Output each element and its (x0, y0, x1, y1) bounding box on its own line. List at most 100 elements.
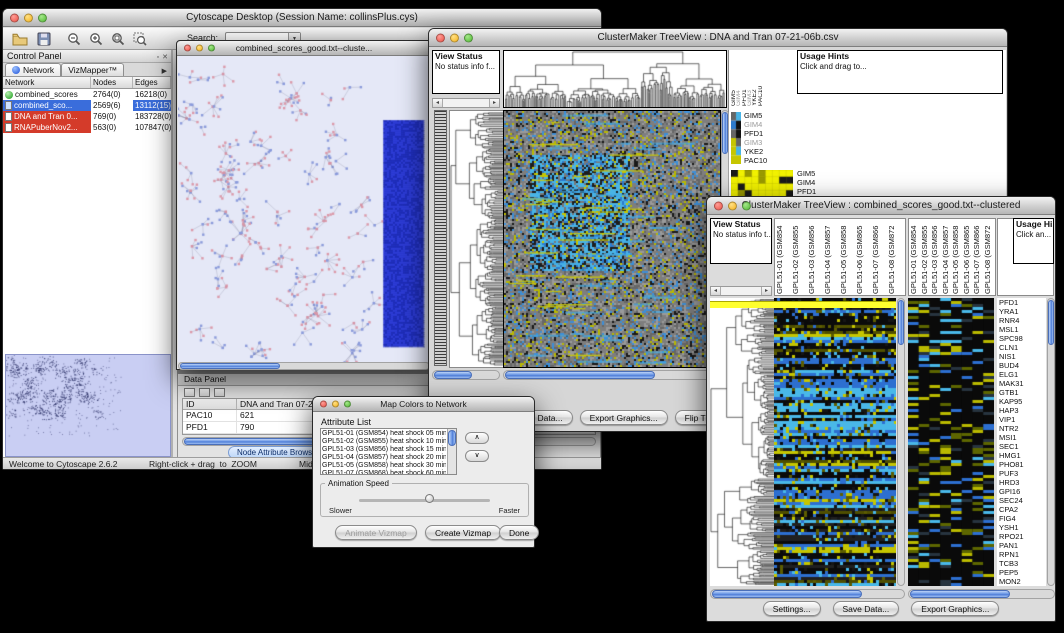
close-button[interactable] (320, 401, 327, 408)
table-row[interactable]: combined_scores 2764(0) 16218(0) (3, 89, 171, 100)
treeview-dna-titlebar[interactable]: ClusterMaker TreeView : DNA and Tran 07-… (429, 29, 1007, 47)
list-vscrollbar[interactable] (447, 429, 456, 474)
heatmap-hscrollbar[interactable] (710, 589, 905, 599)
heatmap-canvas[interactable] (774, 298, 896, 586)
dendrogram-hscrollbar[interactable] (432, 370, 500, 380)
heatmap-canvas[interactable] (503, 110, 721, 368)
gene-label[interactable]: FIG4 (999, 514, 1046, 523)
minimize-button[interactable] (196, 45, 203, 52)
gene-label[interactable]: NIS1 (999, 352, 1046, 361)
tab-network[interactable]: Network (5, 63, 61, 76)
scroll-right-icon[interactable]: ▸ (489, 99, 499, 107)
move-up-button[interactable]: ∧ (465, 432, 489, 444)
animate-vizmap-button[interactable]: Animate Vizmap (335, 525, 417, 540)
tab-vizmapper[interactable]: VizMapper™ (61, 63, 124, 76)
mini-hscrollbar[interactable]: ◂ ▸ (432, 98, 500, 108)
column-header-network[interactable]: Network (3, 77, 91, 88)
scroll-left-icon[interactable]: ◂ (711, 287, 721, 295)
gene-label[interactable]: HMG1 (999, 451, 1046, 460)
scrollbar-thumb[interactable] (898, 300, 904, 345)
row-label[interactable]: GIM5 (744, 111, 788, 120)
table-row[interactable]: combined_sco... 2569(6) 13112(15) (3, 100, 171, 111)
attribute-item[interactable]: GPL51-03 (GSM856) heat shock 15 min (322, 446, 446, 454)
scrollbar-thumb[interactable] (1048, 300, 1054, 345)
speed-slider-thumb[interactable] (425, 494, 434, 503)
row-label[interactable]: YKE2 (744, 147, 788, 156)
minimize-button[interactable] (450, 33, 459, 42)
table-row[interactable]: RNAPuberNov2... 563(0) 107847(0) (3, 122, 171, 133)
scrollbar-thumb[interactable] (712, 590, 862, 598)
gene-label[interactable]: SPC98 (999, 334, 1046, 343)
gene-label[interactable]: PUF3 (999, 469, 1046, 478)
gene-label[interactable]: PEP5 (999, 568, 1046, 577)
zoom-button[interactable] (742, 201, 751, 210)
gene-label[interactable]: HAP3 (999, 406, 1046, 415)
open-file-icon[interactable] (11, 31, 29, 47)
gene-label[interactable]: PAN1 (999, 541, 1046, 550)
gene-label[interactable]: YRA1 (999, 307, 1046, 316)
row-label[interactable]: GIM3 (744, 138, 788, 147)
gene-list-vscrollbar[interactable] (1047, 298, 1055, 586)
heatmap-hscrollbar[interactable] (503, 370, 721, 380)
delete-attribute-icon[interactable] (214, 388, 225, 397)
network-overview-canvas[interactable] (6, 355, 170, 456)
table-row[interactable]: DNA and Tran 0... 769(0) 183728(0) (3, 111, 171, 122)
gene-label[interactable]: MAK31 (999, 379, 1046, 388)
treeview-button[interactable]: Export Graphics... (580, 410, 668, 425)
gene-label[interactable]: CLN1 (999, 343, 1046, 352)
create-vizmap-button[interactable]: Create Vizmap (425, 525, 501, 540)
network-hscrollbar[interactable] (178, 362, 430, 370)
gene-label[interactable]: MON2 (999, 577, 1046, 586)
treeview-button[interactable]: Export Graphics... (911, 601, 999, 616)
scrollbar-thumb[interactable] (910, 590, 1010, 598)
gene-label[interactable]: ELG1 (999, 370, 1046, 379)
mini-hscrollbar[interactable]: ◂ ▸ (710, 286, 772, 296)
zoom-out-icon[interactable] (65, 31, 83, 47)
zoom-button[interactable] (38, 13, 47, 22)
scrollbar-thumb[interactable] (180, 363, 280, 369)
gene-label[interactable]: HRD3 (999, 478, 1046, 487)
gene-label[interactable]: GTB1 (999, 388, 1046, 397)
zoom-button[interactable] (208, 45, 215, 52)
dialog-titlebar[interactable]: Map Colors to Network (313, 397, 534, 412)
row-dendrogram-canvas[interactable] (710, 298, 774, 586)
minimize-button[interactable] (332, 401, 339, 408)
scrollbar-thumb[interactable] (448, 430, 456, 446)
scroll-left-icon[interactable]: ◂ (433, 99, 443, 107)
treeview-button[interactable]: Save Data... (833, 601, 900, 616)
zoom-button[interactable] (344, 401, 351, 408)
gene-label[interactable]: VIP1 (999, 415, 1046, 424)
network-canvas[interactable] (178, 56, 430, 362)
gene-label[interactable]: NTR2 (999, 424, 1046, 433)
zoom-in-icon[interactable] (87, 31, 105, 47)
row-label[interactable]: PAC10 (744, 156, 788, 165)
gene-label[interactable]: BUD4 (999, 361, 1046, 370)
gene-label[interactable]: PHO81 (999, 460, 1046, 469)
attribute-item[interactable]: GPL51-07 (GSM868) heat shock 60 min (322, 470, 446, 474)
close-button[interactable] (436, 33, 445, 42)
zoom-button[interactable] (464, 33, 473, 42)
zoom-fit-icon[interactable] (109, 31, 127, 47)
gene-label[interactable]: GPI16 (999, 487, 1046, 496)
close-button[interactable] (714, 201, 723, 210)
column-header-nodes[interactable]: Nodes (91, 77, 133, 88)
secondary-hscrollbar[interactable] (908, 589, 1055, 599)
gene-label[interactable]: YSH1 (999, 523, 1046, 532)
treeview-button[interactable]: Settings... (763, 601, 821, 616)
gene-label[interactable]: RNR4 (999, 316, 1046, 325)
zoom-selected-icon[interactable] (131, 31, 149, 47)
close-button[interactable] (184, 45, 191, 52)
attribute-item[interactable]: GPL51-01 (GSM854) heat shock 05 min (322, 430, 446, 438)
row-label[interactable]: GIM4 (744, 120, 788, 129)
gene-label[interactable]: PFD1 (999, 298, 1046, 307)
column-header-edges[interactable]: Edges (133, 77, 171, 88)
tab-overflow-icon[interactable]: ▶ (158, 67, 171, 76)
row-label[interactable]: PFD1 (744, 129, 788, 138)
done-button[interactable]: Done (499, 525, 539, 540)
minimize-button[interactable] (728, 201, 737, 210)
secondary-heatmap-canvas[interactable] (908, 298, 994, 586)
move-down-button[interactable]: ∨ (465, 450, 489, 462)
minimize-button[interactable] (24, 13, 33, 22)
gene-label[interactable]: SEC24 (999, 496, 1046, 505)
column-dendrogram-canvas[interactable] (504, 51, 726, 107)
